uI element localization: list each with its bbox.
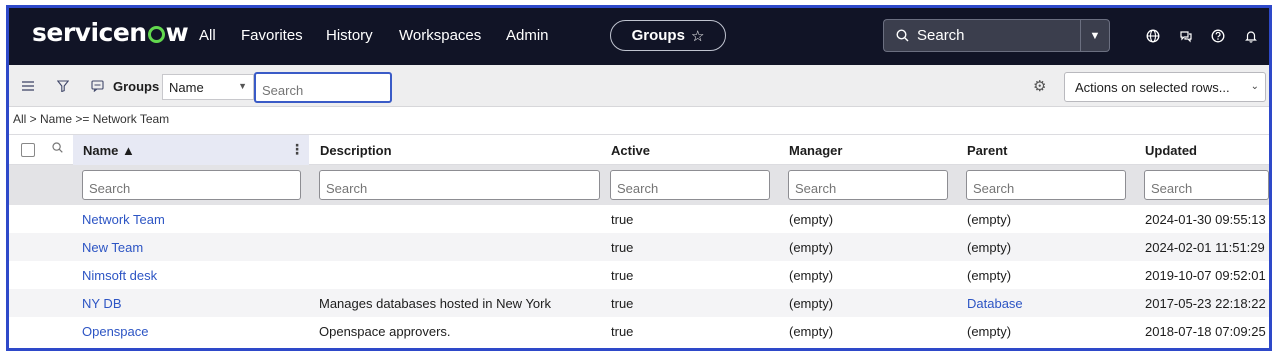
- list-toolbar: Groups Name ▼ ⚙ Actions on selected rows…: [9, 65, 1269, 107]
- filter-icon[interactable]: [55, 78, 71, 94]
- filter-manager-input[interactable]: [788, 170, 948, 200]
- gear-icon[interactable]: ⚙: [1033, 77, 1046, 95]
- table-row: NY DB Manages databases hosted in New Yo…: [9, 289, 1269, 317]
- cell-parent[interactable]: Database: [967, 296, 1023, 311]
- filter-name-input[interactable]: [82, 170, 301, 200]
- chevron-down-icon: ⌄: [1250, 81, 1259, 92]
- column-options-icon[interactable]: ⋮: [290, 141, 304, 158]
- app-window: servicen w All Favorites History Workspac…: [6, 5, 1272, 351]
- search-field-select[interactable]: Name ▼: [162, 74, 254, 100]
- cell-name[interactable]: Network Team: [82, 212, 165, 227]
- breadcrumb[interactable]: All > Name >= Network Team: [13, 112, 169, 126]
- cell-active: true: [611, 240, 634, 255]
- table-row: Nimsoft desk true (empty) (empty) 2019-1…: [9, 261, 1269, 289]
- star-icon[interactable]: ☆: [691, 27, 704, 45]
- context-pill-groups[interactable]: Groups ☆: [610, 20, 726, 51]
- cell-updated: 2024-01-30 09:55:13: [1145, 212, 1266, 227]
- cell-description: Manages databases hosted in New York: [319, 296, 551, 311]
- column-header-name[interactable]: Name ▲: [83, 143, 135, 158]
- global-search[interactable]: Search: [883, 19, 1080, 52]
- cell-active: true: [611, 324, 634, 339]
- actions-select[interactable]: Actions on selected rows... ⌄: [1064, 72, 1266, 102]
- cell-updated: 2017-05-23 22:18:22: [1145, 296, 1266, 311]
- chevron-down-icon: ▼: [1089, 29, 1101, 42]
- cell-name[interactable]: New Team: [82, 240, 143, 255]
- column-search-toggle-icon[interactable]: [52, 142, 63, 156]
- search-field-select-value: Name: [169, 80, 204, 95]
- nav-workspaces[interactable]: Workspaces: [399, 27, 481, 44]
- cell-active: true: [611, 212, 634, 227]
- cell-active: true: [611, 268, 634, 283]
- cell-parent: (empty): [967, 324, 1012, 339]
- select-all-checkbox[interactable]: [21, 143, 35, 157]
- filter-active-input[interactable]: [610, 170, 770, 200]
- column-header-description[interactable]: Description: [320, 143, 392, 158]
- list-search-input[interactable]: [254, 72, 392, 103]
- search-icon: [896, 29, 909, 42]
- column-header-updated[interactable]: Updated: [1145, 143, 1197, 158]
- cell-updated: 2019-10-07 09:52:01: [1145, 268, 1266, 283]
- chevron-down-icon: ▼: [238, 81, 247, 91]
- cell-parent: (empty): [967, 240, 1012, 255]
- cell-manager: (empty): [789, 212, 834, 227]
- help-icon[interactable]: [1209, 27, 1227, 45]
- filter-description-input[interactable]: [319, 170, 600, 200]
- cell-name[interactable]: Openspace: [82, 324, 149, 339]
- nav-favorites[interactable]: Favorites: [241, 27, 303, 44]
- cell-description: Openspace approvers.: [319, 324, 451, 339]
- column-filter-row: [9, 165, 1269, 205]
- chat-icon[interactable]: [1177, 27, 1195, 45]
- cell-active: true: [611, 296, 634, 311]
- cell-manager: (empty): [789, 324, 834, 339]
- cell-parent: (empty): [967, 212, 1012, 227]
- table-row: New Team true (empty) (empty) 2024-02-01…: [9, 233, 1269, 261]
- hamburger-menu-icon[interactable]: [20, 78, 36, 94]
- filter-updated-input[interactable]: [1144, 170, 1269, 200]
- context-pill-label: Groups: [631, 27, 685, 44]
- cell-updated: 2024-02-01 11:51:29: [1145, 240, 1265, 255]
- filter-parent-input[interactable]: [966, 170, 1126, 200]
- servicenow-logo[interactable]: servicen w: [32, 18, 189, 47]
- actions-select-value: Actions on selected rows...: [1075, 80, 1230, 95]
- column-header-manager[interactable]: Manager: [789, 143, 842, 158]
- list-context-icon[interactable]: [89, 78, 105, 94]
- cell-name[interactable]: Nimsoft desk: [82, 268, 157, 283]
- nav-admin[interactable]: Admin: [506, 27, 549, 44]
- cell-manager: (empty): [789, 296, 834, 311]
- table-row: Network Team true (empty) (empty) 2024-0…: [9, 205, 1269, 233]
- search-scope-dropdown[interactable]: ▼: [1080, 19, 1110, 52]
- cell-manager: (empty): [789, 240, 834, 255]
- global-search-label: Search: [917, 27, 965, 44]
- column-header-active[interactable]: Active: [611, 143, 650, 158]
- top-navigation: servicen w All Favorites History Workspac…: [9, 8, 1269, 65]
- nav-history[interactable]: History: [326, 27, 373, 44]
- nav-all[interactable]: All: [199, 27, 216, 44]
- list-title: Groups: [113, 79, 160, 94]
- cell-name[interactable]: NY DB: [82, 296, 122, 311]
- column-header-parent[interactable]: Parent: [967, 143, 1007, 158]
- globe-icon[interactable]: [1144, 27, 1162, 45]
- cell-manager: (empty): [789, 268, 834, 283]
- cell-updated: 2018-07-18 07:09:25: [1145, 324, 1266, 339]
- cell-parent: (empty): [967, 268, 1012, 283]
- bell-icon[interactable]: [1242, 27, 1260, 45]
- table-header: Name ▲ ⋮ Description Active Manager Pare…: [9, 134, 1269, 165]
- table-row: Openspace Openspace approvers. true (emp…: [9, 317, 1269, 345]
